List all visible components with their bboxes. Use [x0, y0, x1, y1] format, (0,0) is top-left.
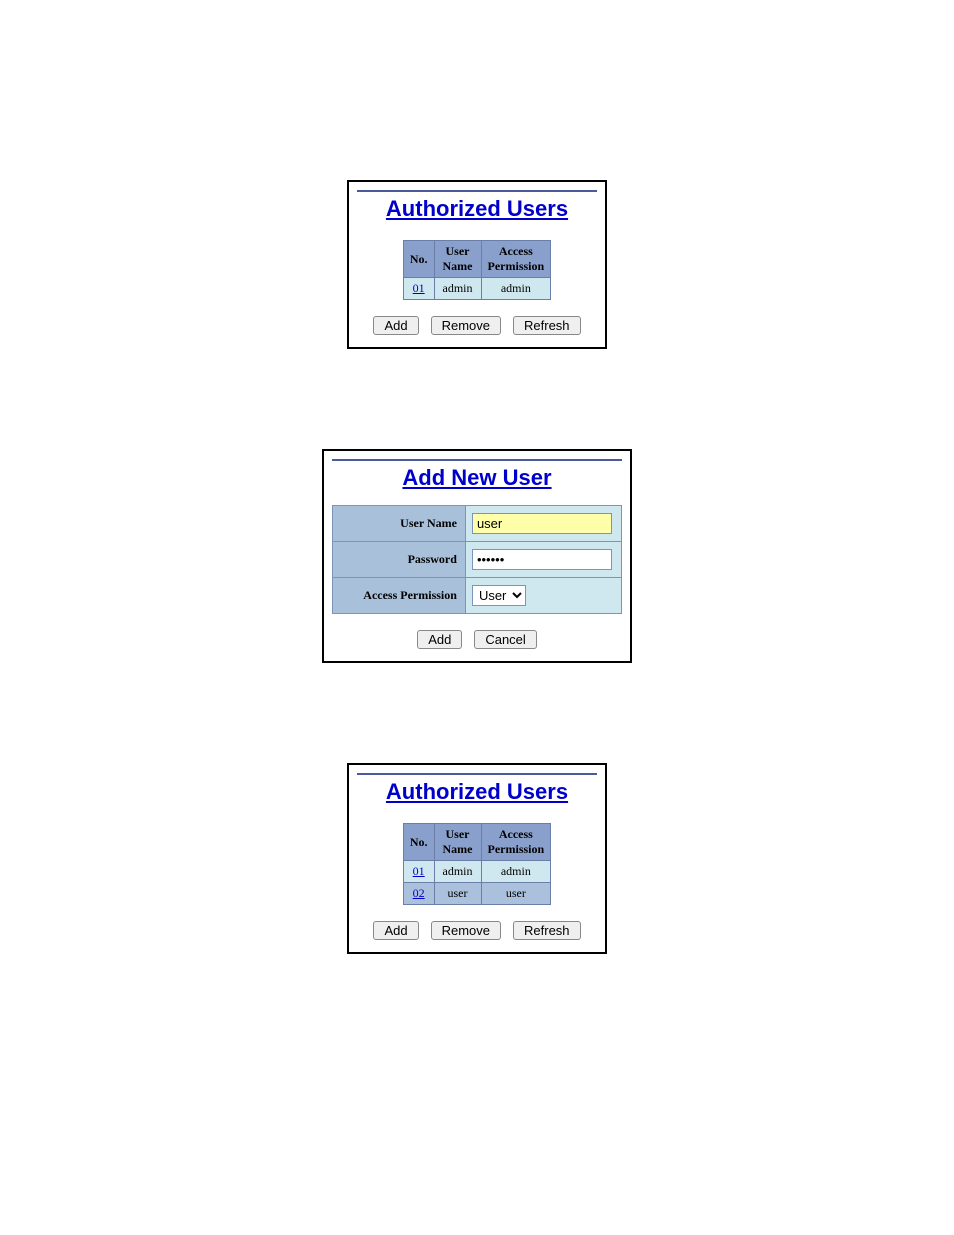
panel-title: Add New User — [332, 459, 622, 491]
row-user: user — [434, 883, 481, 905]
remove-button[interactable]: Remove — [431, 316, 501, 335]
col-no: No. — [403, 824, 434, 861]
add-button[interactable]: Add — [417, 630, 462, 649]
button-row: Add Remove Refresh — [349, 915, 605, 952]
panel-title: Authorized Users — [357, 190, 597, 222]
panel-title: Authorized Users — [357, 773, 597, 805]
col-perm: Access Permission — [481, 824, 551, 861]
button-row: Add Remove Refresh — [349, 310, 605, 347]
col-user: User Name — [434, 241, 481, 278]
users-table: No. User Name Access Permission 01 admin… — [403, 240, 551, 300]
row-no-link[interactable]: 01 — [413, 864, 425, 878]
col-user: User Name — [434, 824, 481, 861]
table-row: 02 user user — [403, 883, 550, 905]
refresh-button[interactable]: Refresh — [513, 921, 581, 940]
remove-button[interactable]: Remove — [431, 921, 501, 940]
permission-select[interactable]: User — [472, 585, 526, 606]
row-no-link[interactable]: 01 — [413, 281, 425, 295]
permission-label: Access Permission — [333, 578, 466, 614]
add-user-form: User Name Password Access Permission Use… — [332, 505, 622, 614]
table-row: 01 admin admin — [403, 278, 550, 300]
refresh-button[interactable]: Refresh — [513, 316, 581, 335]
table-row: 01 admin admin — [403, 861, 550, 883]
row-user: admin — [434, 278, 481, 300]
add-button[interactable]: Add — [373, 921, 418, 940]
row-perm: admin — [481, 278, 551, 300]
row-perm: user — [481, 883, 551, 905]
users-table: No. User Name Access Permission 01 admin… — [403, 823, 551, 905]
password-input[interactable] — [472, 549, 612, 570]
username-label: User Name — [333, 506, 466, 542]
cancel-button[interactable]: Cancel — [474, 630, 536, 649]
username-input[interactable] — [472, 513, 612, 534]
add-button[interactable]: Add — [373, 316, 418, 335]
button-row: Add Cancel — [324, 624, 630, 661]
col-no: No. — [403, 241, 434, 278]
password-label: Password — [333, 542, 466, 578]
row-perm: admin — [481, 861, 551, 883]
row-user: admin — [434, 861, 481, 883]
row-no-link[interactable]: 02 — [413, 886, 425, 900]
authorized-users-panel: Authorized Users No. User Name Access Pe… — [347, 180, 607, 349]
add-new-user-panel: Add New User User Name Password Access P… — [322, 449, 632, 663]
authorized-users-panel-after: Authorized Users No. User Name Access Pe… — [347, 763, 607, 954]
col-perm: Access Permission — [481, 241, 551, 278]
